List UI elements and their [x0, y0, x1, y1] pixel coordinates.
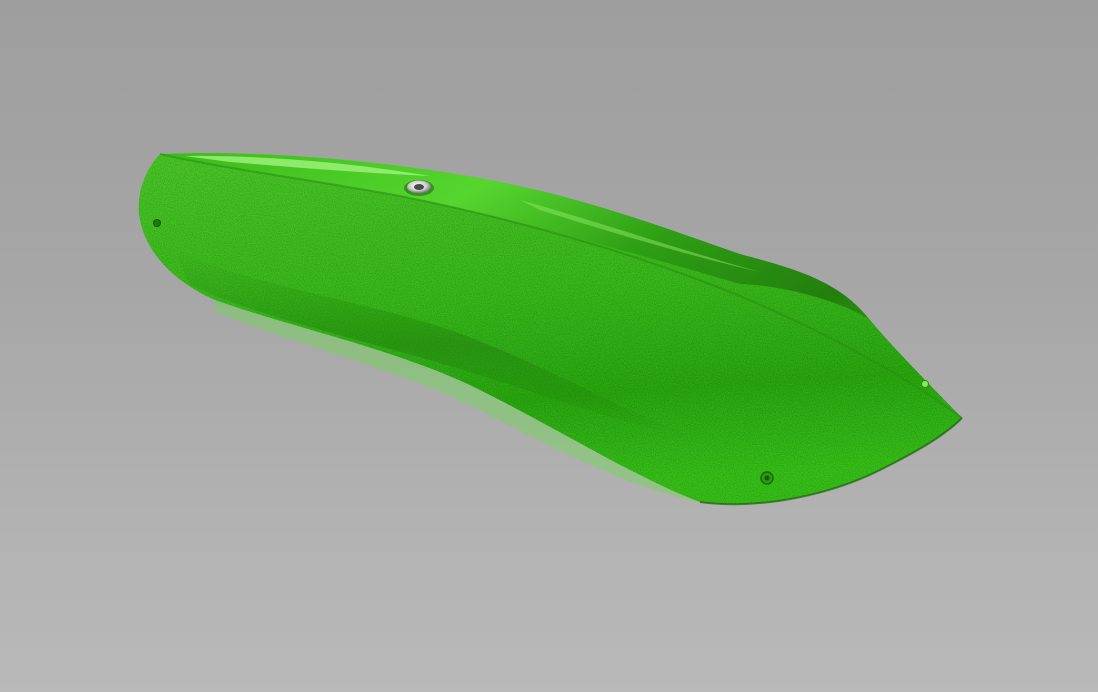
climbing-hold-image [138, 153, 963, 506]
bolt-icon [404, 180, 434, 196]
screw-hole-bottom-right-icon [760, 471, 774, 485]
screw-hole-left-icon [153, 219, 161, 227]
render-viewport [0, 0, 1098, 692]
screw-hole-right-top-icon [921, 380, 929, 388]
